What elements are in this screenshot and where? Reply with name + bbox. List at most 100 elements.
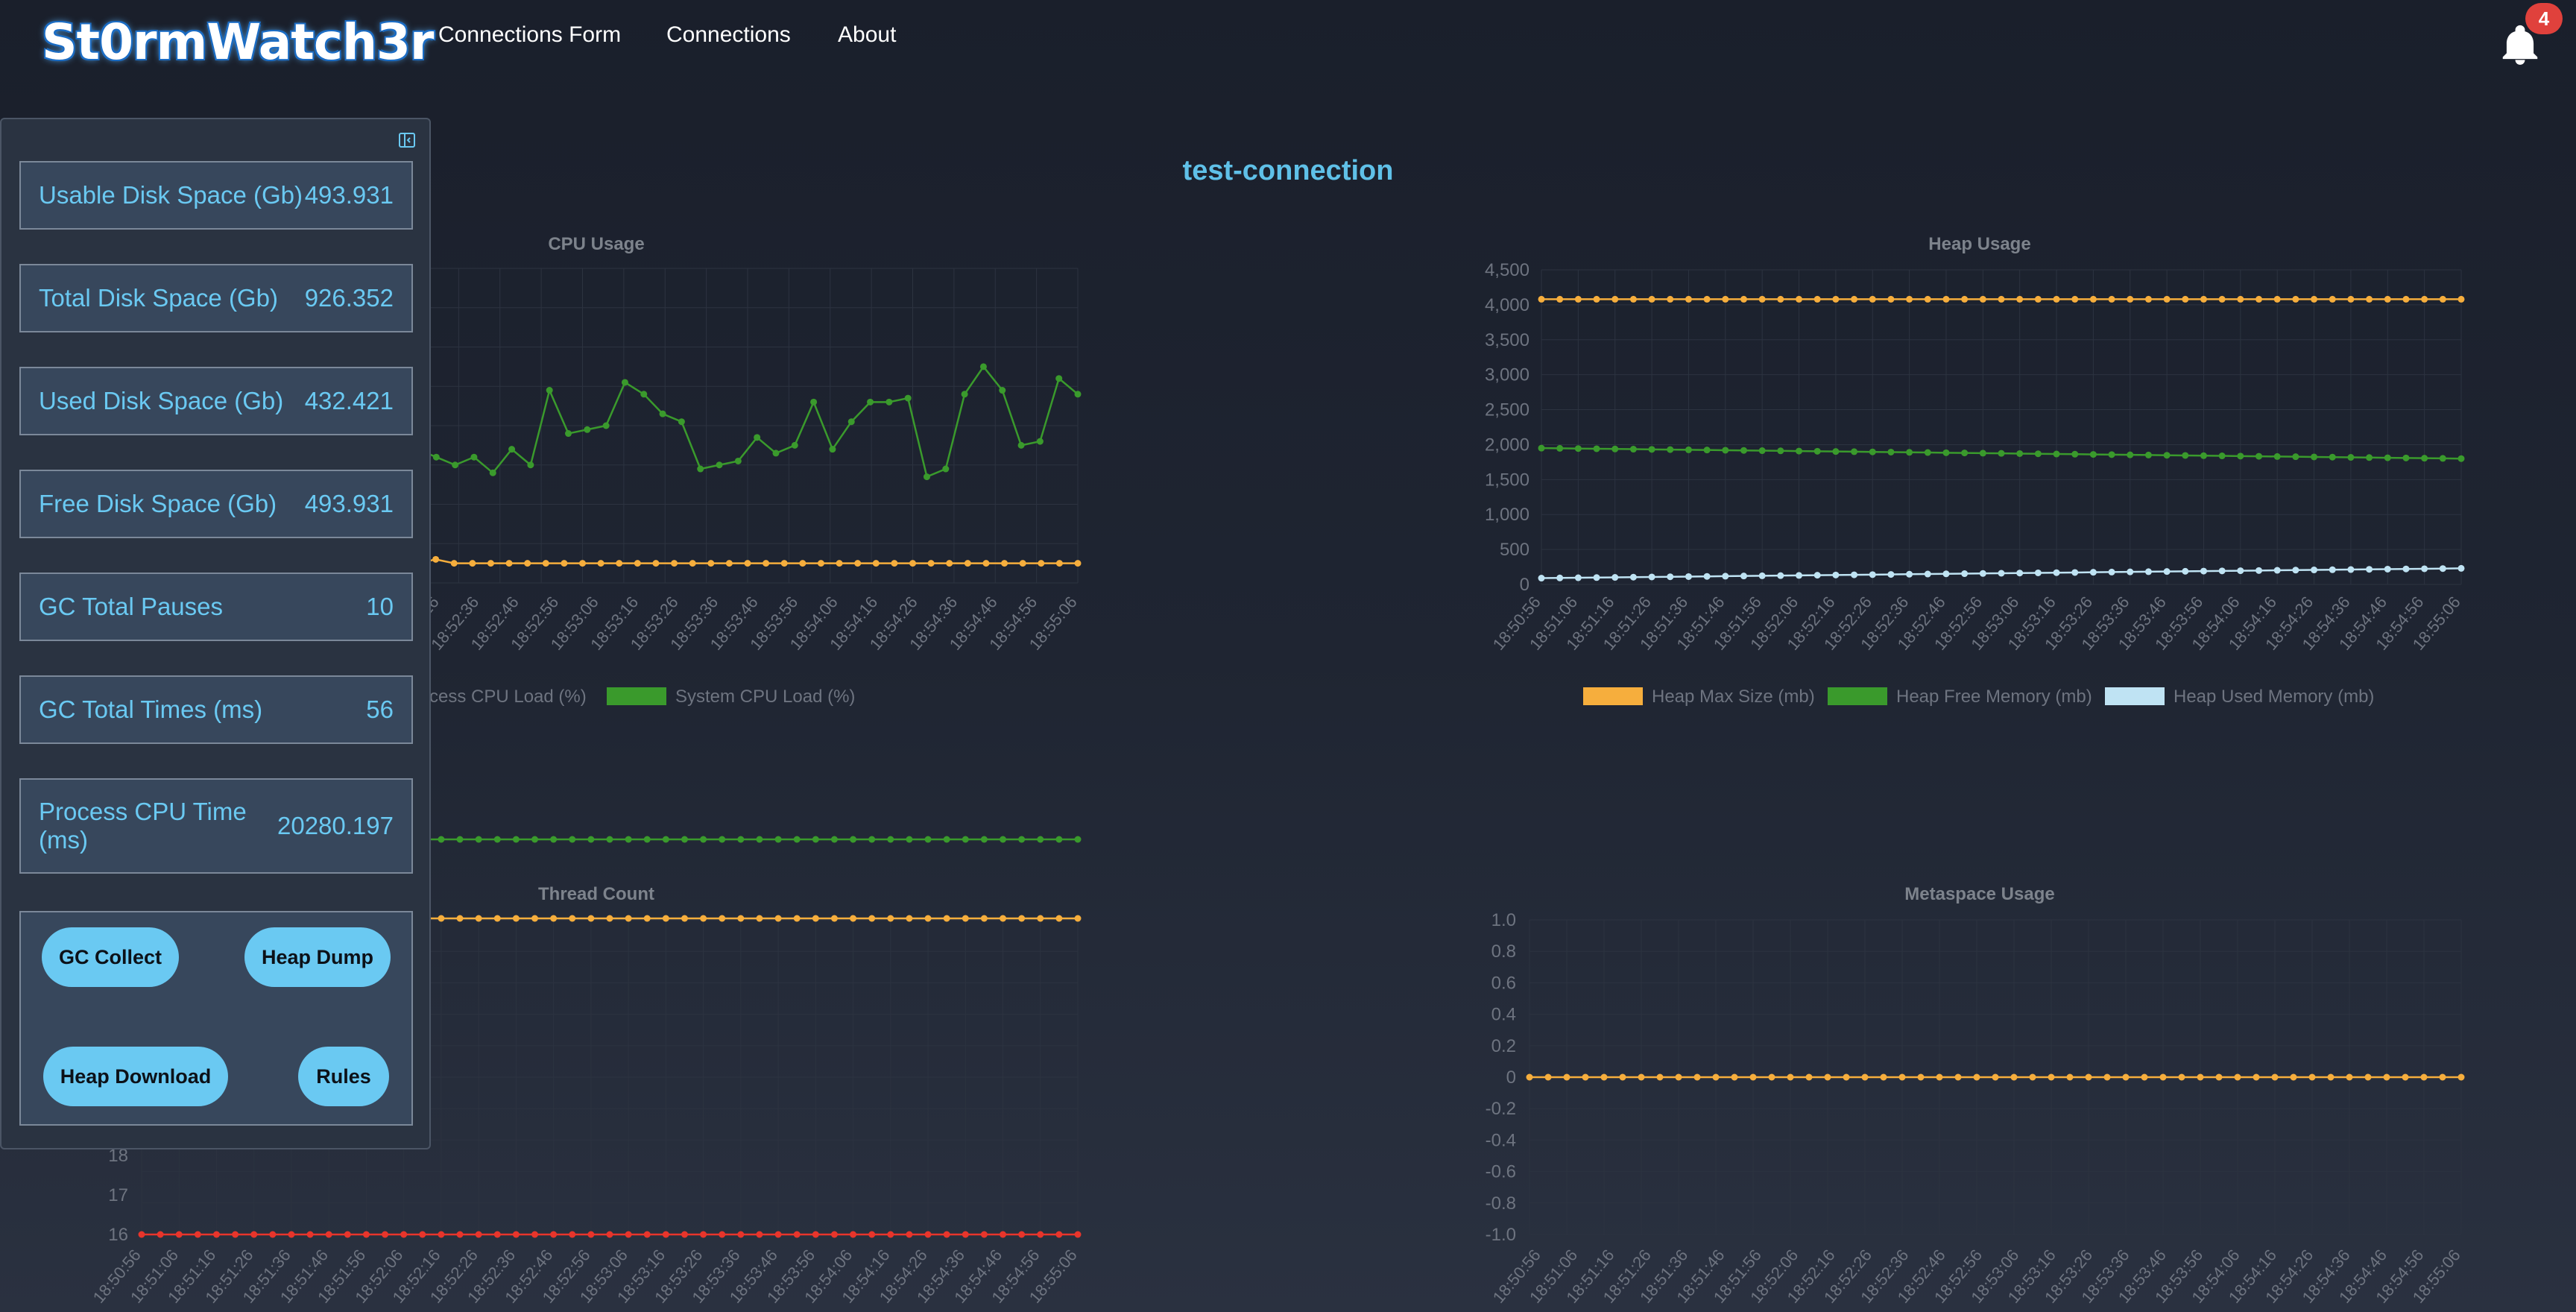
data-point — [587, 836, 595, 843]
data-point — [1685, 446, 1692, 453]
data-point — [2144, 451, 2152, 458]
data-point — [1906, 449, 1913, 456]
data-point — [487, 560, 494, 567]
data-point — [719, 915, 726, 922]
rules-button[interactable]: Rules — [298, 1047, 389, 1106]
data-point — [1037, 915, 1044, 922]
data-point — [1538, 444, 1545, 452]
data-point — [1869, 571, 1876, 578]
data-point — [662, 836, 669, 843]
heap-dump-button[interactable]: Heap Dump — [244, 927, 391, 987]
data-point — [602, 422, 610, 429]
data-point — [924, 836, 932, 843]
data-point — [2127, 568, 2134, 575]
data-point — [2108, 295, 2115, 303]
data-point — [175, 1231, 183, 1238]
data-point — [1648, 573, 1655, 581]
data-point — [662, 915, 669, 922]
data-point — [2366, 566, 2373, 573]
data-point — [438, 1231, 445, 1238]
data-point — [1832, 571, 1840, 578]
data-point — [2016, 450, 2024, 457]
data-point — [2366, 454, 2373, 461]
data-point — [643, 836, 651, 843]
data-point — [546, 387, 553, 394]
data-point — [1667, 295, 1674, 303]
data-point — [1074, 1231, 1082, 1238]
data-point — [2034, 295, 2042, 303]
data-point — [719, 1231, 726, 1238]
data-point — [625, 836, 632, 843]
data-point — [1600, 1073, 1608, 1081]
collapse-sidebar-icon[interactable] — [398, 131, 416, 149]
data-point — [830, 915, 838, 922]
data-point — [2182, 295, 2189, 303]
data-point — [438, 915, 445, 922]
stat-label: GC Total Pauses — [39, 593, 224, 620]
data-point — [1038, 560, 1045, 567]
data-point — [2255, 567, 2263, 574]
data-point — [2215, 1073, 2223, 1081]
data-point — [2402, 565, 2410, 573]
data-point — [799, 560, 806, 567]
data-point — [1574, 445, 1582, 452]
legend-label: Heap Max Size (mb) — [1652, 687, 1815, 707]
data-point — [829, 446, 836, 453]
legend-label: cess CPU Load (%) — [429, 687, 587, 707]
legend-swatch — [607, 687, 666, 705]
data-point — [1703, 447, 1711, 454]
data-point — [1629, 295, 1637, 303]
stat-free-disk-space: Free Disk Space (Gb) 493.931 — [19, 470, 413, 538]
legend-swatch — [1828, 687, 1887, 705]
stat-label: GC Total Times (ms) — [39, 696, 263, 723]
data-point — [924, 1231, 932, 1238]
data-point — [671, 560, 678, 567]
data-point — [643, 1231, 651, 1238]
data-point — [962, 836, 969, 843]
y-tick-label: 3,500 — [1485, 330, 1530, 350]
data-point — [1675, 1073, 1682, 1081]
data-point — [891, 560, 898, 567]
y-tick-label: 16 — [108, 1225, 128, 1245]
data-point — [1961, 450, 1969, 457]
data-point — [772, 450, 780, 457]
data-point — [2048, 1073, 2055, 1081]
data-point — [2200, 452, 2207, 459]
stat-label: Process CPU Time (ms) — [39, 798, 247, 854]
data-point — [1000, 836, 1007, 843]
data-point — [1880, 1073, 1887, 1081]
y-tick-label: 0.4 — [1491, 1005, 1516, 1025]
data-point — [2402, 454, 2410, 461]
data-point — [1556, 574, 1564, 581]
data-point — [493, 1231, 501, 1238]
data-point — [456, 1231, 464, 1238]
data-point — [1593, 295, 1600, 303]
data-point — [524, 560, 531, 567]
data-point — [1703, 573, 1711, 580]
data-point — [2311, 567, 2318, 574]
data-point — [1074, 391, 1082, 398]
stat-value: 56 — [366, 696, 394, 723]
data-point — [634, 560, 641, 567]
gc-collect-button[interactable]: GC Collect — [42, 927, 179, 987]
data-point — [887, 1231, 894, 1238]
data-point — [2218, 452, 2226, 460]
stat-used-disk-space: Used Disk Space (Gb) 432.421 — [19, 367, 413, 435]
data-point — [1055, 1231, 1063, 1238]
stat-label: Usable Disk Space (Gb) — [39, 181, 303, 209]
data-point — [2071, 450, 2079, 458]
heap-download-button[interactable]: Heap Download — [43, 1047, 228, 1106]
heap-usage-chart: 4,500 4,000 3,500 3,000 2,500 2,000 1,500 1,000… — [1485, 260, 2465, 707]
data-point — [1843, 1073, 1850, 1081]
y-tick-label: 4,000 — [1485, 295, 1530, 315]
data-point — [1722, 447, 1729, 454]
data-point — [489, 469, 496, 476]
data-point — [1538, 575, 1545, 582]
data-point — [1824, 1073, 1831, 1081]
data-point — [946, 560, 953, 567]
data-point — [470, 453, 478, 461]
data-point — [1758, 447, 1766, 455]
data-point — [689, 560, 696, 567]
data-point — [2292, 295, 2299, 303]
data-point — [2384, 565, 2391, 573]
